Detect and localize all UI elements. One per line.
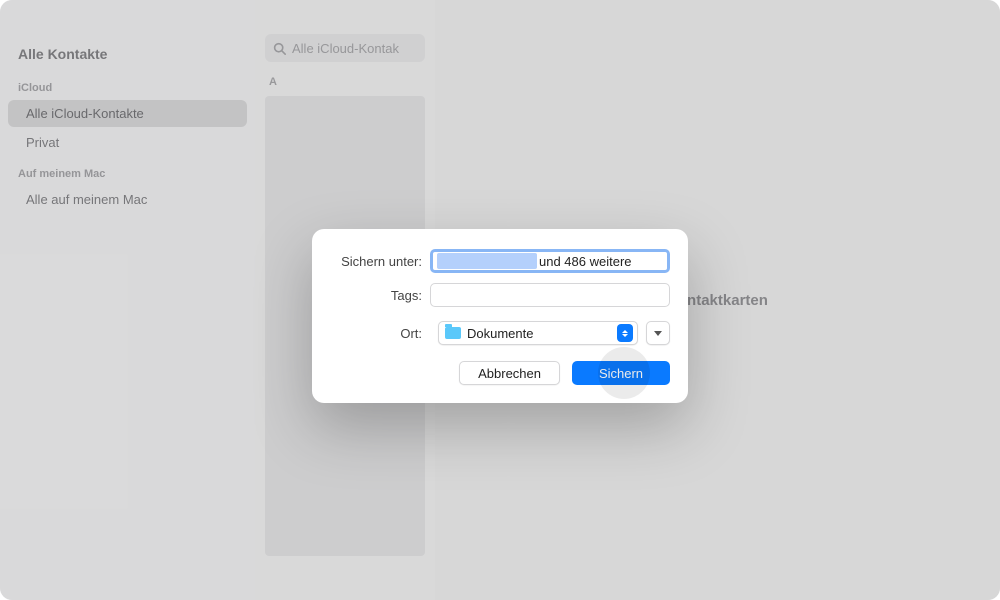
location-label: Ort: <box>330 326 430 341</box>
location-value: Dokumente <box>467 326 533 341</box>
tags-label: Tags: <box>330 288 430 303</box>
cancel-button[interactable]: Abbrechen <box>459 361 560 385</box>
save-sheet: Sichern unter: und 486 weitere Tags: Ort… <box>312 229 688 403</box>
save-as-label: Sichern unter: <box>330 254 430 269</box>
folder-icon <box>445 327 461 339</box>
location-popup[interactable]: Dokumente <box>438 321 638 345</box>
tags-field[interactable] <box>430 283 670 307</box>
app-window: Alle Kontakte iCloud Alle iCloud-Kontakt… <box>0 0 1000 600</box>
popup-stepper-icon <box>617 324 633 342</box>
save-button[interactable]: Sichern <box>572 361 670 385</box>
filename-selection <box>437 253 537 269</box>
filename-suffix: und 486 weitere <box>539 254 632 269</box>
chevron-down-icon <box>654 331 662 336</box>
save-as-field[interactable]: und 486 weitere <box>430 249 670 273</box>
expand-save-dialog-button[interactable] <box>646 321 670 345</box>
